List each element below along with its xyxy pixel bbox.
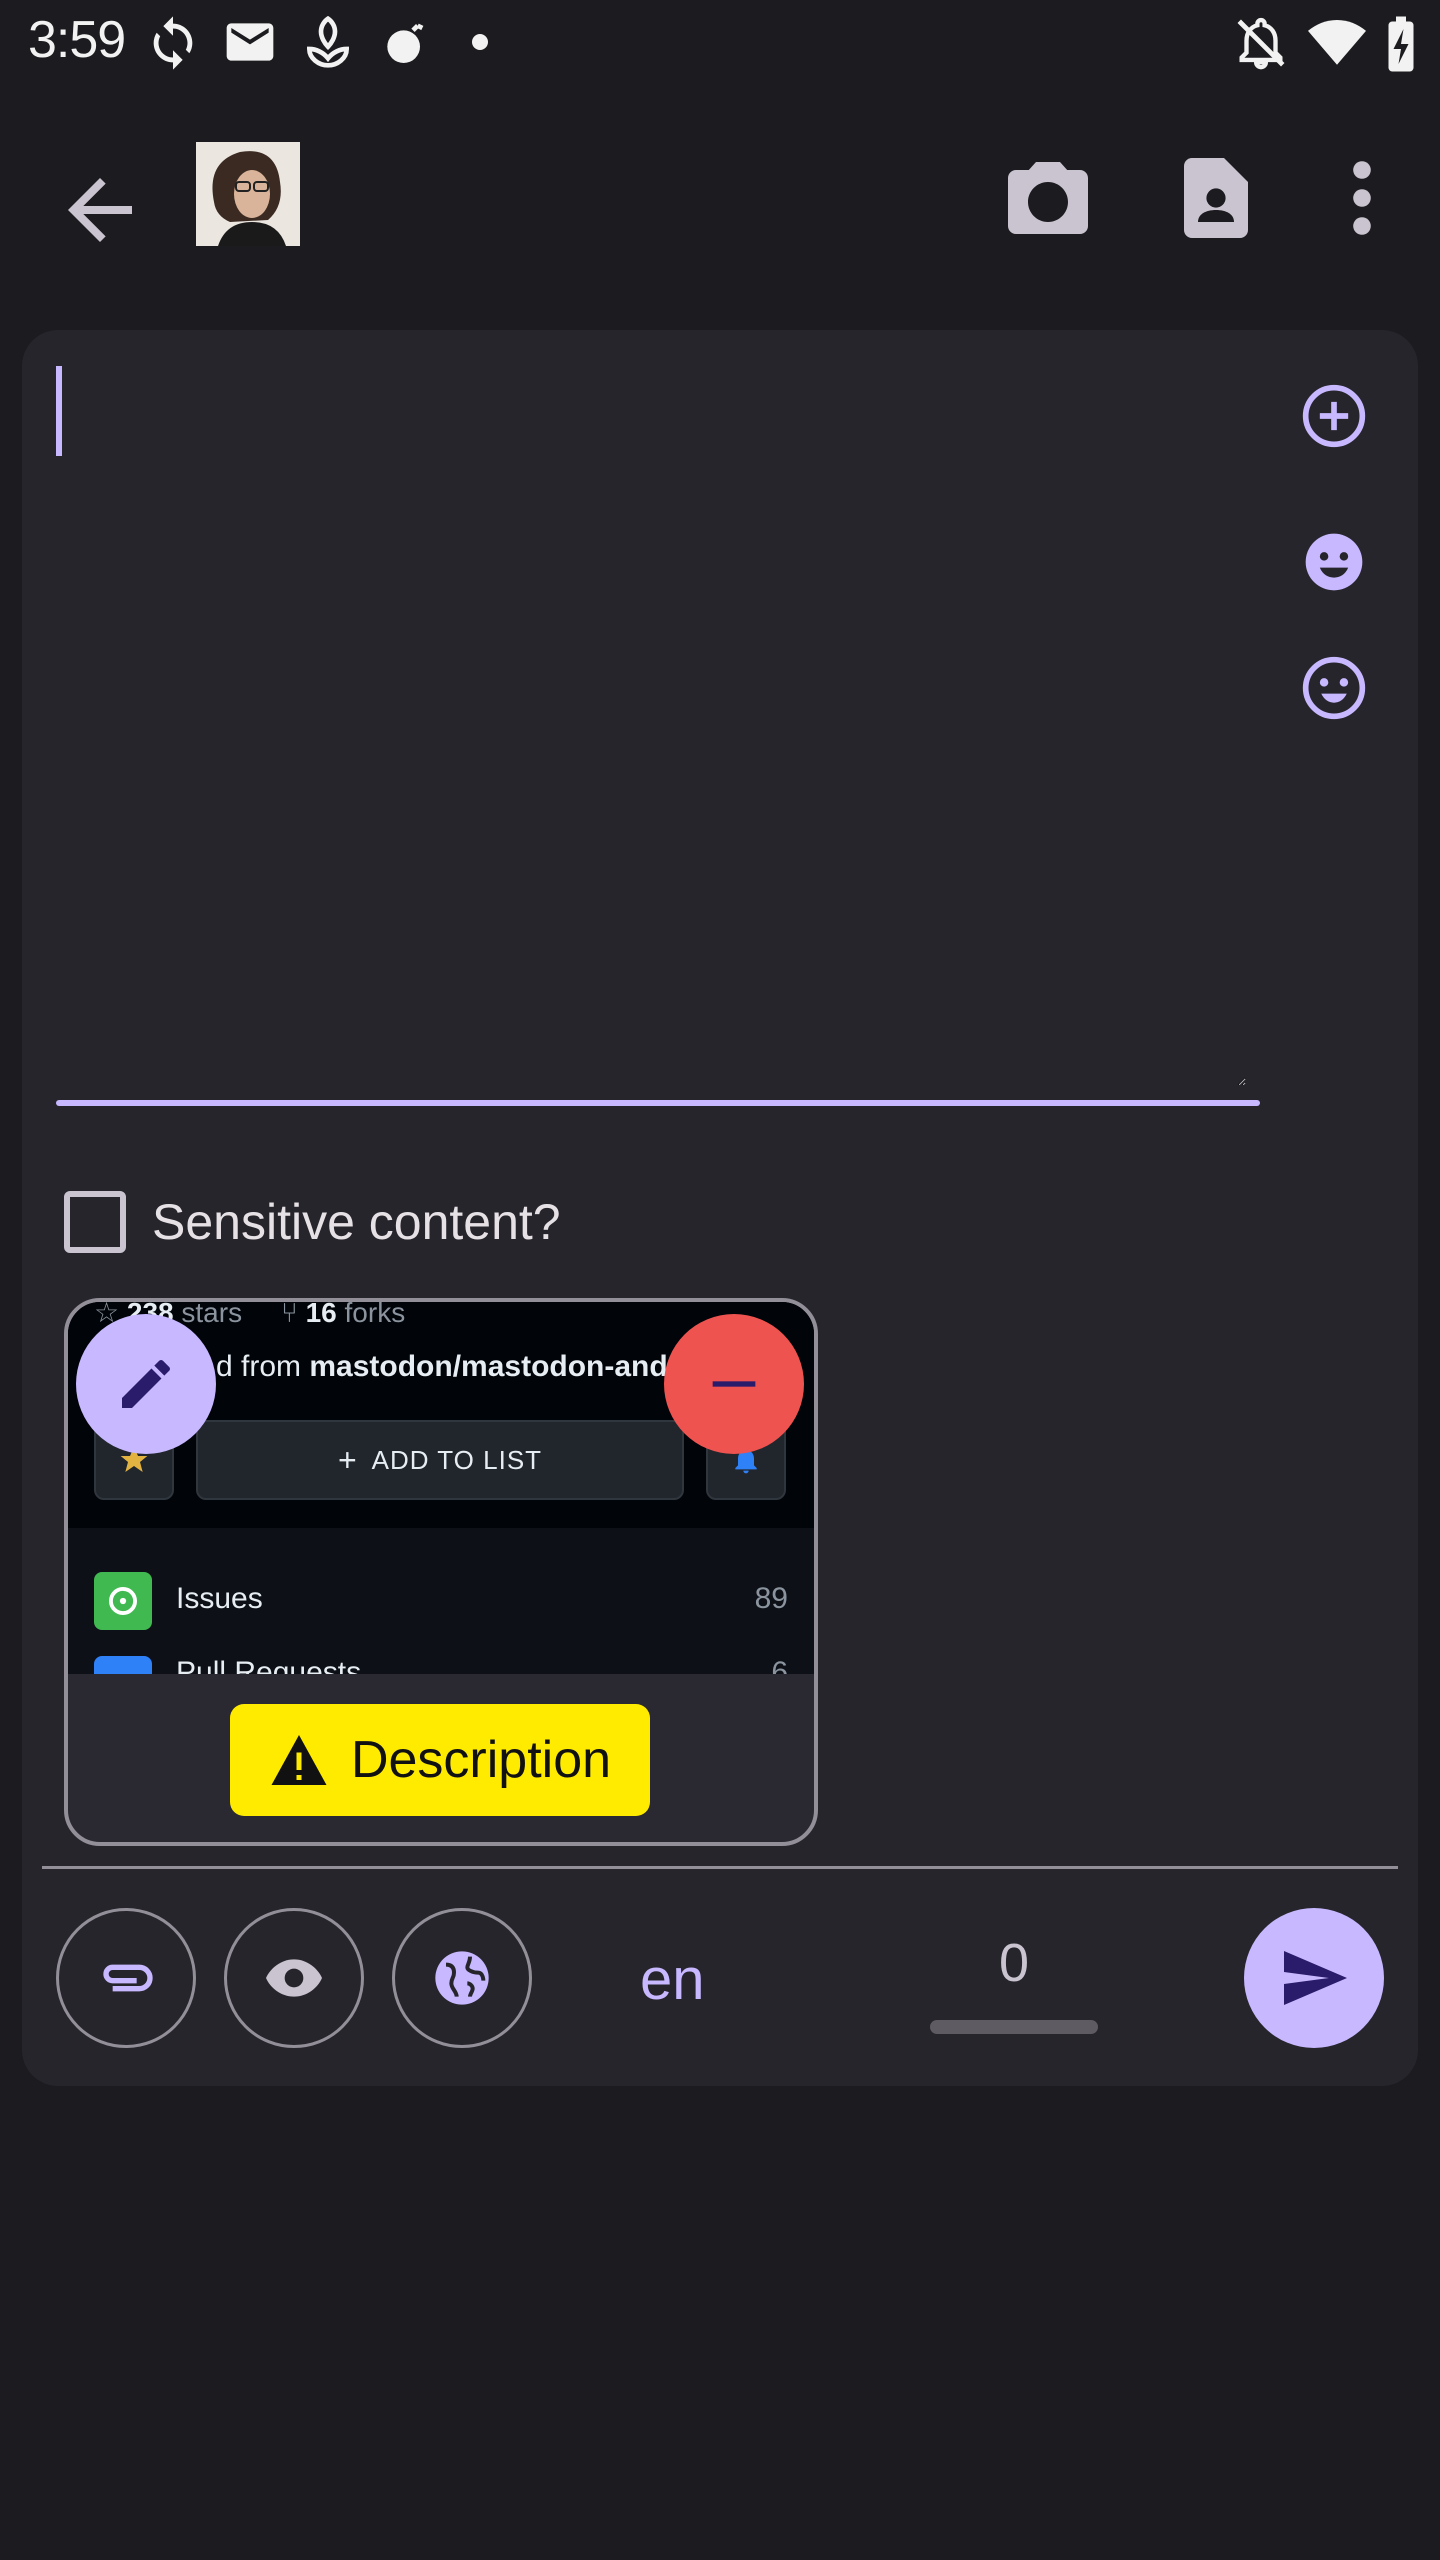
description-button[interactable]: Description [230,1704,650,1816]
mail-icon [226,23,274,61]
character-counter: 0 [998,1933,1030,1993]
sensitive-label: Sensitive content? [152,1194,561,1250]
text-input-underline [56,1100,1260,1106]
wifi-icon [1308,20,1366,65]
add-to-list-button: + ADD TO LIST [196,1420,684,1500]
post-text-input[interactable] [56,366,1246,1086]
visibility-button[interactable] [224,1908,364,2048]
sensitive-content-row[interactable]: Sensitive content? [64,1182,561,1262]
edit-icon [122,1359,170,1408]
pull-request-icon [94,1656,152,1674]
issue-icon [94,1572,152,1630]
pr-label: Pull Requests [176,1656,362,1674]
status-time: 3:59 [28,11,126,69]
contact-card-icon [1184,158,1248,238]
send-icon [1284,1951,1347,2005]
plant-icon [306,15,350,68]
forks-count: 16 [305,1302,337,1328]
forked-repo: mastodon/mastodon-and [309,1350,668,1383]
bomb-icon [387,23,424,63]
add-circle-icon[interactable] [1300,382,1368,450]
visibility-icon [266,1959,322,1997]
status-bar: 3:59 [0,0,1440,84]
back-button[interactable] [52,162,148,258]
sensitive-checkbox[interactable] [64,1191,126,1253]
emoji-filled-icon[interactable] [1300,528,1368,596]
globe-icon [435,1951,489,2005]
notifications-off-icon [1237,17,1285,70]
battery-charging-icon [1388,16,1414,72]
arrow-back-icon [68,178,132,242]
forked-prefix: d from [216,1350,302,1383]
forked-from-line: d from mastodon/mastodon-and [216,1350,668,1384]
composer-card: Sensitive content? ☆ 238 stars ⑂ 16 fork… [22,330,1418,2086]
description-label: Description [350,1731,612,1789]
attach-button[interactable] [56,1908,196,2048]
fork-icon: ⑂ [280,1302,298,1328]
minus-icon [712,1381,756,1387]
app-bar [0,120,1440,270]
contact-card-button[interactable] [1168,150,1264,246]
camera-icon [1008,162,1088,234]
stars-label: stars [181,1302,243,1328]
issues-row: Issues 89 [68,1550,814,1650]
dot-icon [472,34,488,50]
sync-icon [153,16,193,70]
remove-attachment-button[interactable] [664,1314,804,1454]
language-selector[interactable]: en [640,1946,705,2013]
attach-icon [103,1964,153,1992]
globe-button[interactable] [392,1908,532,2048]
issues-count: 89 [754,1582,788,1615]
more-vert-icon [1353,161,1371,235]
add-to-list-label: ADD TO LIST [371,1444,543,1475]
plus-icon: + [337,1441,358,1478]
more-options-button[interactable] [1338,150,1386,246]
text-cursor [56,366,62,456]
edit-attachment-button[interactable] [76,1314,216,1454]
avatar[interactable] [196,142,300,246]
issues-label: Issues [176,1582,263,1615]
camera-button[interactable] [1000,150,1096,246]
send-button[interactable] [1244,1908,1384,2048]
emoji-outline-icon[interactable] [1300,654,1368,722]
avatar-image [196,142,300,246]
character-counter-bar [930,2020,1098,2034]
toolbar-divider [42,1866,1398,1869]
warning-icon [271,1735,327,1785]
pr-count: 6 [771,1656,788,1674]
forks-label: forks [344,1302,406,1328]
